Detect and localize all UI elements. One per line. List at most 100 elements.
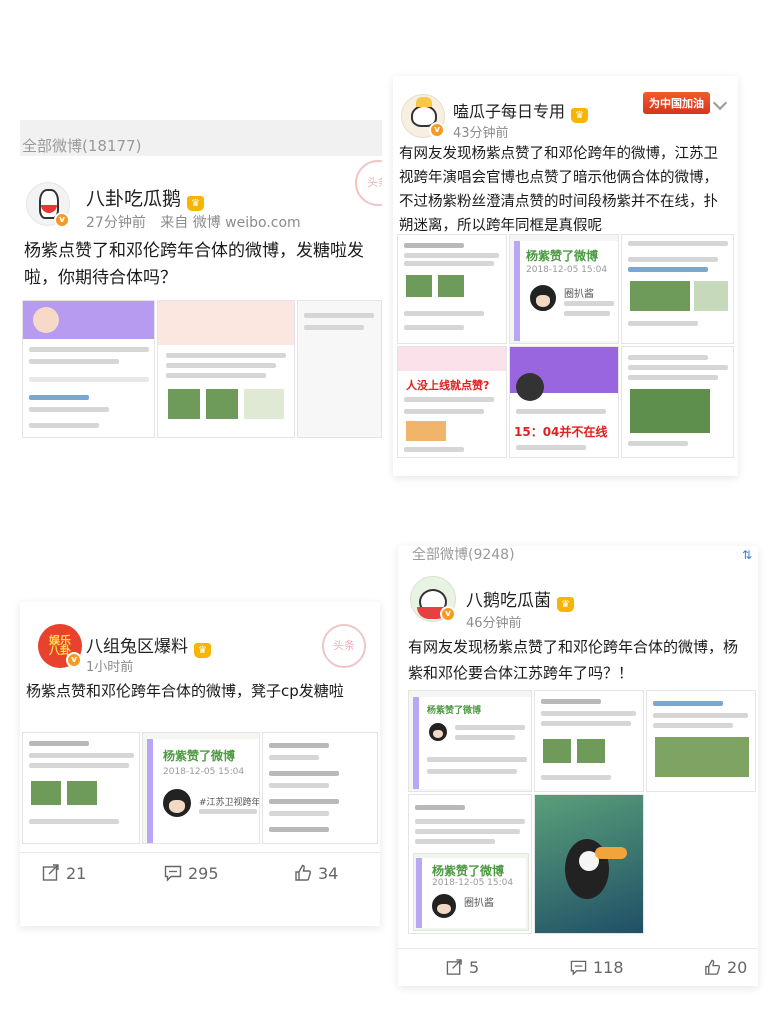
cartoon-avatar <box>427 721 449 743</box>
liked-name: 圈扒酱 <box>464 898 494 909</box>
author-name[interactable]: 嗑瓜子每日专用 ♛ <box>453 98 589 123</box>
verified-badge-icon: v <box>66 652 82 668</box>
liked-title: 杨紫赞了微博 <box>432 864 505 878</box>
post-image[interactable] <box>646 690 756 792</box>
join-badge-label: 为中国加油 <box>649 97 704 110</box>
cartoon-avatar <box>161 787 193 819</box>
verified-badge-icon: v <box>440 606 456 622</box>
repost-count: 21 <box>66 864 87 883</box>
liked-date: 2018-12-05 15:04 <box>526 265 608 275</box>
post-text-line: 有网友发现杨紫点赞了和邓伦跨年的微博，江苏卫 <box>399 146 718 162</box>
post-image[interactable] <box>22 732 140 844</box>
post-source: 来自 微博 weibo.com <box>160 215 301 231</box>
chevron-down-icon[interactable] <box>712 95 728 111</box>
liked-title: 杨紫赞了微博 <box>526 249 599 263</box>
repost-icon <box>42 864 59 881</box>
author-name-text[interactable]: 八组兔区爆料 <box>86 637 188 657</box>
divider <box>20 852 380 853</box>
sort-icon[interactable]: ⇅ <box>742 546 752 564</box>
comment-count: 295 <box>188 864 219 883</box>
post-image[interactable] <box>262 732 378 844</box>
verified-badge-icon: v <box>54 212 70 228</box>
crown-icon: ♛ <box>194 643 211 658</box>
thumbs-up-icon <box>295 864 311 881</box>
author-name[interactable]: 八组兔区爆料 ♛ <box>86 632 211 658</box>
post-text: 杨紫点赞和邓伦跨年合体的微博，凳子cp发糖啦 <box>26 678 376 705</box>
post-text: 有网友发现杨紫点赞了和邓伦跨年的微博，江苏卫 视跨年演唱会官博也点赞了暗示他俩合… <box>399 142 734 238</box>
like-count: 20 <box>727 958 748 977</box>
feed-header: 全部微博(18177) <box>20 120 382 156</box>
overlay-text: 15：04并不在线 <box>514 425 608 439</box>
comment-icon <box>570 960 587 976</box>
liked-name: 圈扒酱 <box>564 289 594 300</box>
post-image[interactable] <box>534 690 644 792</box>
repost-button[interactable]: 21 <box>42 864 86 883</box>
headline-stamp: 头条 <box>322 624 366 668</box>
post-image[interactable] <box>621 346 734 458</box>
post-image[interactable] <box>157 300 295 438</box>
crown-icon: ♛ <box>187 196 205 211</box>
post-card-1: 全部微博(18177) 头条 v 八卦吃瓜鹅 ♛ 27分钟前 来自 微博 weib… <box>20 120 382 450</box>
cartoon-avatar <box>430 892 458 920</box>
feed-header-label: 全部微博(18177) <box>22 137 142 155</box>
post-image[interactable]: 人没上线就点赞? <box>397 346 507 458</box>
verified-badge-icon: v <box>429 122 445 138</box>
author-name-text[interactable]: 嗑瓜子每日专用 <box>453 102 565 121</box>
post-image[interactable]: 杨紫赞了微博 2018-12-05 15:04 圈扒酱 <box>408 794 532 934</box>
post-meta: 27分钟前 来自 微博 weibo.com <box>86 212 301 232</box>
thumbs-up-icon <box>705 959 721 975</box>
stamp-label: 头条 <box>333 639 355 652</box>
post-text: 有网友发现杨紫点赞了和邓伦跨年合体的微博，杨 紫和邓伦要合体江苏跨年了吗？！ <box>408 634 758 686</box>
post-text-line: 紫和邓伦要合体江苏跨年了吗？！ <box>408 664 634 682</box>
liked-title: 杨紫赞了微博 <box>427 706 482 716</box>
author-name-text[interactable]: 八卦吃瓜鹅 <box>86 188 181 210</box>
post-text-line: 杨紫点赞了和邓伦跨年合体的微博，发糖啦发 <box>24 241 364 261</box>
stamp-label: 头条 <box>367 176 382 189</box>
author-name-text[interactable]: 八鹅吃瓜菌 <box>466 591 551 611</box>
post-image[interactable] <box>397 234 507 344</box>
post-text: 杨紫点赞了和邓伦跨年合体的微博，发糖啦发 啦，你期待合体吗？ <box>24 238 382 292</box>
headline-stamp: 头条 <box>355 160 382 206</box>
comment-count: 118 <box>593 958 624 977</box>
post-card-3: 头条 娱乐 八卦 v 八组兔区爆料 ♛ 1小时前 杨紫点赞和邓伦跨年合体的微博，凳子… <box>20 602 380 926</box>
post-time: 46分钟前 <box>466 616 522 631</box>
post-time: 1小时前 <box>86 660 134 675</box>
post-image[interactable] <box>22 300 155 438</box>
post-card-4: 全部微博(9248) ⇅ v 八鹅吃瓜菌 ♛ 46分钟前 有网友发现杨紫点赞了和邓… <box>398 546 758 986</box>
like-count: 34 <box>318 864 339 883</box>
join-badge[interactable]: 为中国加油 <box>643 92 710 114</box>
feed-header-label: 全部微博(9248) <box>412 547 515 563</box>
post-image[interactable]: 15：04并不在线 <box>509 346 619 458</box>
liked-date: 2018-12-05 15:04 <box>432 878 514 888</box>
comment-button[interactable]: 118 <box>570 958 624 977</box>
divider <box>398 948 758 949</box>
author-name[interactable]: 八卦吃瓜鹅 ♛ <box>86 184 205 211</box>
post-text-line: 有网友发现杨紫点赞了和邓伦跨年合体的微博，杨 <box>408 638 739 656</box>
like-button[interactable]: 34 <box>294 864 338 883</box>
liked-screenshot[interactable]: 杨紫赞了微博 2018-12-05 15:04 #江苏卫视跨年# <box>142 732 260 844</box>
crown-icon: ♛ <box>571 108 589 123</box>
author-name[interactable]: 八鹅吃瓜菌 ♛ <box>466 586 574 612</box>
liked-subtitle: #江苏卫视跨年# <box>199 798 260 808</box>
liked-date: 2018-12-05 15:04 <box>163 767 245 777</box>
post-time: 27分钟前 <box>86 215 146 231</box>
post-text-line: 不过杨紫粉丝澄清点赞的时间段杨紫并不在线，扑 <box>399 194 718 210</box>
post-text-line: 视跨年演唱会官博也点赞了暗示他俩合体的微博， <box>399 170 718 186</box>
post-image[interactable] <box>534 794 644 934</box>
post-card-2: v 嗑瓜子每日专用 ♛ 43分钟前 为中国加油 有网友发现杨紫点赞了和邓伦跨年的微… <box>393 76 738 476</box>
comment-button[interactable]: 295 <box>164 864 219 883</box>
repost-count: 5 <box>469 958 480 977</box>
cartoon-avatar <box>528 283 558 313</box>
post-image[interactable] <box>297 300 382 438</box>
feed-header: 全部微博(9248) ⇅ <box>398 546 758 564</box>
post-image[interactable] <box>621 234 734 344</box>
post-text-line: 啦，你期待合体吗？ <box>24 268 177 288</box>
repost-button[interactable]: 5 <box>446 958 479 977</box>
liked-screenshot[interactable]: 杨紫赞了微博 2018-12-05 15:04 圈扒酱 <box>509 234 619 344</box>
post-time: 43分钟前 <box>453 126 509 141</box>
liked-screenshot[interactable]: 杨紫赞了微博 <box>408 690 532 792</box>
post-text-line: 杨紫点赞和邓伦跨年合体的微博，凳子cp发糖啦 <box>26 682 344 700</box>
overlay-text: 人没上线就点赞? <box>406 379 490 392</box>
like-button[interactable]: 20 <box>704 958 747 977</box>
comment-icon <box>164 865 182 882</box>
